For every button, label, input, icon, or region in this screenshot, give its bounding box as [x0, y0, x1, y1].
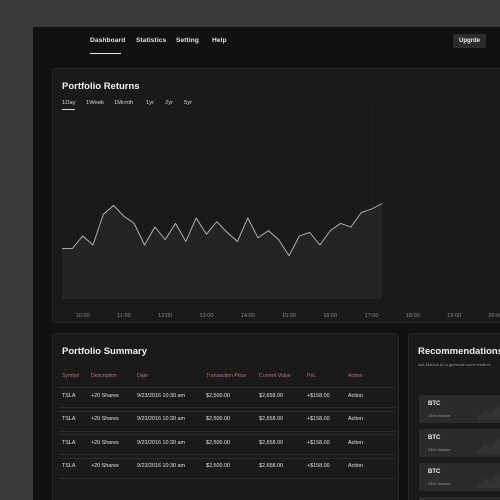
summary-title: Portfolio Summary	[62, 346, 147, 357]
table-cell: $2,500.00	[206, 463, 230, 469]
table-cell: +20 Shares	[91, 416, 119, 422]
app-window: Dashboard Statistics Setting Help Upgrde…	[33, 27, 500, 500]
table-cell: $2,658.00	[259, 416, 283, 422]
series-area	[62, 203, 382, 299]
table-cell: +$158.00	[307, 392, 330, 399]
recommendation-volume: 24hr Volume	[428, 413, 451, 418]
table-cell: $2,500.00	[206, 439, 230, 446]
nav-statistics[interactable]: Statistics	[136, 37, 166, 44]
x-tick-label: 16:00	[323, 313, 337, 319]
row-divider	[59, 434, 395, 435]
recommendation-symbol: BTC	[428, 435, 441, 441]
x-tick-label: 17:00	[365, 313, 379, 319]
table-cell: +$158.00	[307, 439, 330, 446]
nav-help[interactable]: Help	[212, 37, 227, 44]
upgrade-button[interactable]: Upgrde	[453, 34, 486, 48]
row-divider	[59, 387, 395, 388]
column-header: PnL	[307, 373, 317, 379]
table-cell: TSLA	[62, 416, 76, 422]
row-divider	[59, 477, 395, 479]
x-tick-label: 20:00	[488, 313, 500, 319]
column-header: Action	[348, 373, 363, 379]
table-cell: +20 Shares	[91, 439, 119, 446]
column-header: Description	[91, 373, 117, 379]
recommendation-item[interactable]: BTC 24hr Volume	[419, 463, 500, 491]
table-cell: 9/23/2016 10:30 am	[137, 439, 185, 446]
sparkline-icon	[477, 438, 500, 454]
x-tick-label: 19:00	[447, 313, 461, 319]
row-divider	[59, 410, 395, 412]
table-cell: $2,500.00	[206, 416, 230, 422]
nav-dashboard[interactable]: Dashboard	[90, 37, 125, 44]
table-cell: $2,658.00	[259, 392, 283, 399]
portfolio-summary-card: Portfolio Summary Symbol Description Date T…	[52, 333, 399, 500]
row-divider	[59, 454, 395, 455]
recommendations-subtitle: Ask Markus AI to generate some trade re	[418, 362, 491, 367]
table-cell: TSLA	[62, 463, 76, 469]
recommendation-symbol: BTC	[428, 401, 441, 407]
table-cell: +$158.00	[307, 416, 330, 422]
table-cell: +20 Shares	[91, 392, 119, 399]
row-divider	[59, 430, 395, 432]
recommendations-title: Recommendations	[418, 346, 500, 357]
column-header: Current Value	[259, 373, 291, 379]
table-cell: $2,500.00	[206, 392, 230, 399]
x-tick-label: 11:00	[117, 313, 131, 319]
table-cell: 9/23/2016 10:30 am	[137, 392, 185, 399]
table-cell: +20 Shares	[91, 463, 119, 469]
x-tick-label: 18:00	[406, 313, 420, 319]
row-divider	[59, 457, 395, 459]
action-link[interactable]: Action	[348, 440, 363, 446]
row-divider	[59, 407, 395, 408]
column-header: Transaction Price	[206, 373, 247, 379]
table-cell: $2,658.00	[259, 463, 283, 469]
sparkline-icon	[477, 472, 500, 488]
table-cell: 9/23/2016 10:30 am	[137, 416, 185, 422]
recommendations-card: Recommendations Ask Markus AI to generat…	[408, 333, 500, 500]
top-nav: Dashboard Statistics Setting Help Upgrde	[33, 27, 500, 58]
action-link[interactable]: Action	[348, 416, 363, 422]
action-link[interactable]: Action	[348, 393, 363, 399]
nav-active-indicator	[90, 53, 121, 55]
recommendation-volume: 24hr Volume	[428, 481, 451, 486]
portfolio-returns-card: Portfolio Returns 1Day 1Week 1Month 1yr …	[52, 68, 500, 323]
returns-chart: 10:00 11:00 12:00 13:00 14:00 15:00 16:00 17:00…	[61, 99, 500, 319]
sparkline-icon	[477, 404, 500, 420]
column-header: Date	[137, 373, 148, 379]
nav-setting[interactable]: Setting	[176, 37, 199, 44]
recommendation-volume: 24hr Volume	[428, 447, 451, 452]
table-cell: TSLA	[62, 439, 76, 446]
column-header: Symbol	[62, 373, 80, 379]
action-link[interactable]: Action	[348, 463, 363, 469]
recommendation-item[interactable]: BTC 24hr Volume	[419, 429, 500, 457]
x-tick-label: 14:00	[241, 313, 255, 319]
recommendation-item[interactable]: BTC 24hr Volume	[419, 395, 500, 423]
table-cell: $2,658.00	[259, 439, 283, 446]
recommendation-symbol: BTC	[428, 469, 441, 475]
x-tick-label: 12:00	[158, 313, 172, 319]
x-tick-label: 15:00	[282, 313, 296, 319]
table-cell: 9/23/2016 10:30 am	[137, 463, 185, 469]
x-tick-label: 10:00	[76, 313, 90, 319]
x-tick-label: 13:00	[199, 313, 213, 319]
table-cell: +$158.00	[307, 463, 330, 469]
table-cell: TSLA	[62, 392, 76, 399]
